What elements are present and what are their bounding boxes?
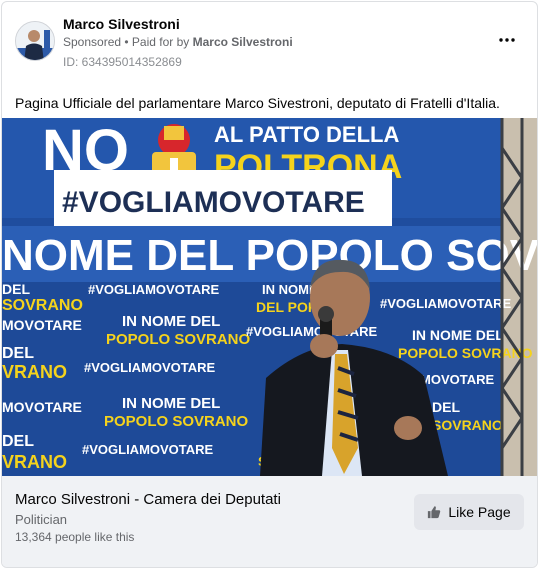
tile-in-nome-1: IN NOME: [262, 282, 318, 297]
tile-vrano-3: SOVRANO: [432, 417, 503, 433]
tile-del-2: DEL: [2, 345, 34, 362]
tile-vrano-2: VRANO: [2, 362, 67, 382]
post-text: Pagina Ufficiale del parlamentare Marco …: [15, 95, 500, 111]
page-likes-count: 13,364 people like this: [15, 530, 135, 544]
post-header: Marco Silvestroni Sponsored • Paid for b…: [2, 2, 537, 82]
like-page-button[interactable]: Like Page: [414, 494, 524, 530]
tile-del-1: DEL: [2, 281, 30, 297]
tile-popolo-sovrano-3: POPOLO SOVRANO: [104, 413, 249, 430]
tile-del-4: DEL: [2, 433, 34, 450]
post-author[interactable]: Marco Silvestroni: [63, 16, 180, 32]
ad-card: Marco Silvestroni Sponsored • Paid for b…: [1, 1, 538, 568]
banner-hashtag: #VOGLIAMOVOTARE: [62, 186, 365, 219]
tile-hashtag-1: #VOGLIAMOVOTARE: [88, 282, 220, 297]
tile-in-nome-del-3: IN NOME DEL: [122, 395, 220, 412]
paid-for-prefix: Paid for by: [131, 35, 193, 49]
more-options-icon: [499, 38, 515, 42]
tile-in-nome-del-2: IN NOME DEL: [412, 327, 504, 343]
tile-del-3: DEL: [432, 399, 460, 415]
page-category: Politician: [15, 512, 68, 527]
thumbs-up-icon: [428, 506, 441, 519]
tile-in-nome-del-1: IN NOME DEL: [122, 313, 220, 330]
meta-separator: •: [121, 35, 132, 49]
like-page-label: Like Page: [448, 504, 511, 520]
tile-vrano-4: VRANO: [2, 452, 67, 472]
page-footer: Marco Silvestroni - Camera dei Deputati …: [2, 476, 537, 567]
ad-id: ID: 634395014352869: [63, 55, 182, 69]
sponsored-meta: Sponsored • Paid for by Marco Silvestron…: [63, 35, 293, 49]
page-name-link[interactable]: Marco Silvestroni - Camera dei Deputati: [15, 491, 281, 508]
tile-movotare-2: MOVOTARE: [420, 372, 494, 387]
sponsored-label: Sponsored: [63, 35, 122, 49]
tile-hashtag-5: #VOGLIAMOVOTARE: [82, 442, 214, 457]
tile-hashtag-4: #VOGLIAMOVOTARE: [84, 360, 216, 375]
paid-for-name[interactable]: Marco Silvestroni: [193, 35, 293, 49]
tile-vrano-1: SOVRANO: [2, 297, 83, 314]
tile-hashtag-2: #VOGLIAMOVOTARE: [380, 296, 512, 311]
banner-big-line: NOME DEL POPOLO SOVRANO: [2, 231, 538, 280]
tile-movotare-1: MOVOTARE: [2, 317, 82, 333]
post-photo[interactable]: NO AL PATTO DELLA POLTRONA #VOGLIAMOVOTA…: [2, 118, 538, 476]
tile-popolo-sovrano-2: POPOLO SOVRANO: [398, 345, 533, 361]
more-options-button[interactable]: [495, 28, 519, 52]
banner-top-line: AL PATTO DELLA: [214, 122, 399, 147]
tile-popolo-sovrano-1: POPOLO SOVRANO: [106, 331, 251, 348]
tile-movotare-3: MOVOTARE: [2, 399, 82, 415]
profile-avatar[interactable]: [15, 21, 55, 61]
